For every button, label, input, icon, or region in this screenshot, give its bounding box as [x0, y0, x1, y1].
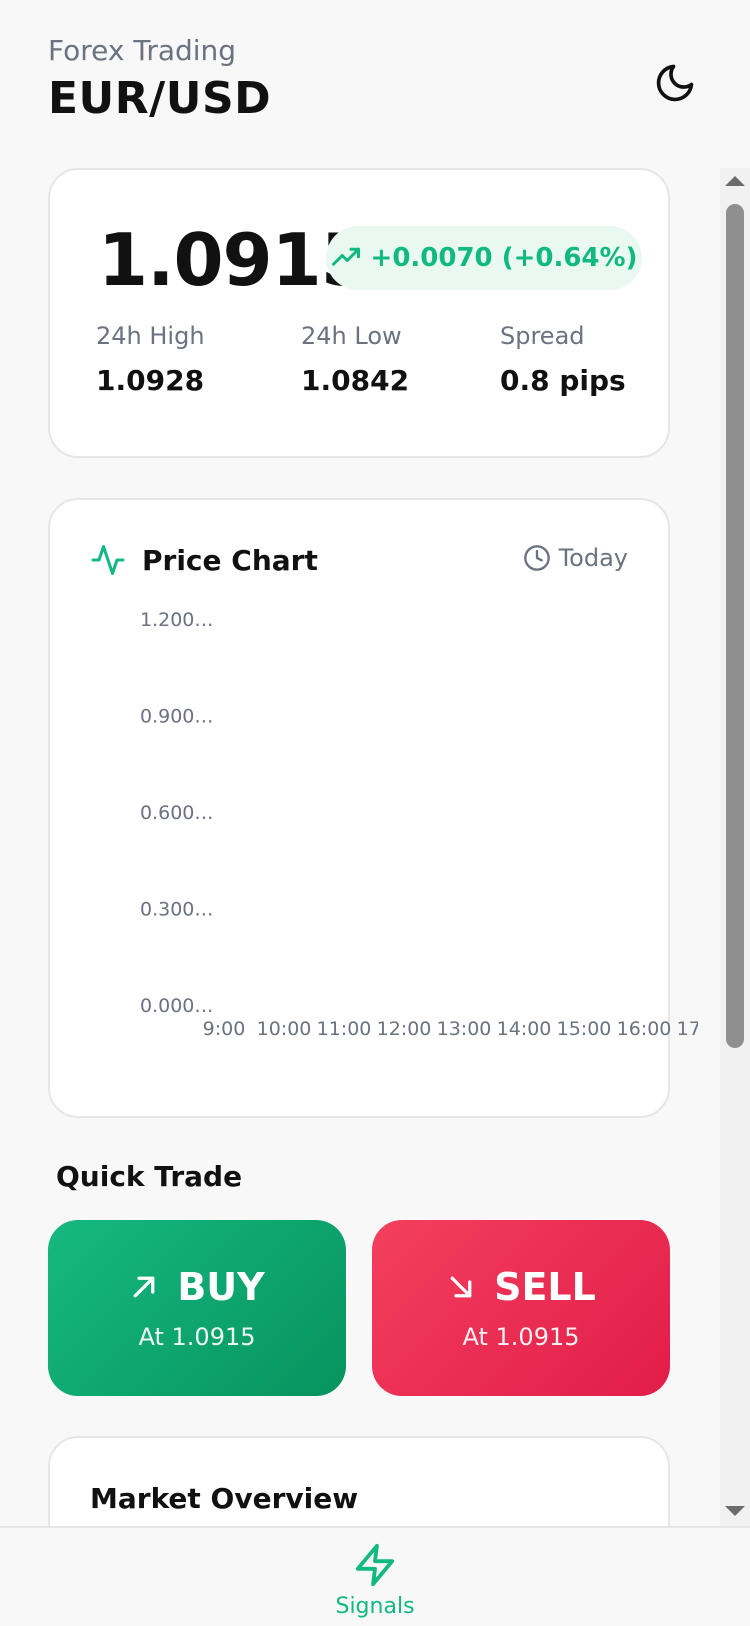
trending-up-icon [331, 247, 360, 266]
nav-label: Signals [335, 1594, 415, 1619]
x-tick-label: 12:00 [377, 1018, 432, 1040]
app-subtitle: Forex Trading [48, 34, 237, 67]
activity-icon [91, 545, 125, 575]
scroll-up-arrow[interactable] [725, 176, 745, 186]
x-tick-label: 16:00 [617, 1018, 672, 1040]
x-tick-label: 10:00 [257, 1018, 312, 1040]
x-tick-label: 13:00 [437, 1018, 492, 1040]
quick-trade-title: Quick Trade [56, 1160, 243, 1193]
theme-toggle-button[interactable] [652, 60, 698, 106]
x-tick-label: 17:00 [677, 1018, 698, 1040]
scroll-content[interactable]: 1.0915 +0.0070 (+0.64%) 24h High 1.0928 … [0, 160, 718, 1526]
price-chart-card: Price Chart Today 1.200… 0.900… 0.600… 0.30… [48, 498, 698, 1118]
stat-value: 1.0842 [301, 364, 410, 397]
scrollbar-thumb[interactable] [726, 204, 744, 1048]
bottom-nav: Signals [0, 1526, 750, 1626]
arrow-down-right-icon [450, 1276, 472, 1298]
price-change-badge: +0.0070 (+0.64%) [326, 226, 642, 290]
buy-price: At 1.0915 [138, 1323, 256, 1351]
sell-price: At 1.0915 [462, 1323, 580, 1351]
x-tick-label: 14:00 [497, 1018, 552, 1040]
stat-label: 24h Low [301, 322, 402, 350]
moon-icon [656, 64, 694, 102]
scrollbar[interactable] [720, 168, 750, 1532]
stat-label: 24h High [96, 322, 205, 350]
market-overview-card: Market Overview [48, 1436, 670, 1526]
stat-value: 1.0928 [96, 364, 205, 397]
scroll-down-arrow[interactable] [725, 1506, 745, 1516]
y-tick-label: 0.300… [140, 899, 213, 921]
buy-button[interactable]: BUY At 1.0915 [48, 1220, 346, 1396]
sell-button[interactable]: SELL At 1.0915 [372, 1220, 670, 1396]
y-tick-label: 0.600… [140, 802, 213, 824]
nav-item-signals[interactable]: Signals [335, 1542, 415, 1619]
clock-icon [523, 545, 550, 571]
stat-24h-low: 24h Low 1.0842 [301, 322, 409, 397]
stat-value: 0.8 pips [500, 364, 626, 397]
price-chart[interactable]: 1.200…0.900…0.600…0.300…0.000…9:00 10:00 1… [88, 610, 698, 1070]
sell-label: SELL [494, 1265, 596, 1309]
chart-period-label: Today [558, 544, 628, 572]
market-overview-title: Market Overview [90, 1482, 359, 1515]
stat-spread: Spread 0.8 pips [500, 322, 626, 397]
x-tick-label: 9:00 [203, 1018, 246, 1040]
stat-24h-high: 24h High 1.0928 [96, 322, 205, 397]
zap-icon [355, 1543, 395, 1587]
chart-title: Price Chart [142, 543, 318, 577]
price-change-text: +0.0070 (+0.64%) [370, 243, 638, 273]
buy-label: BUY [177, 1265, 265, 1309]
stat-label: Spread [500, 322, 585, 350]
x-tick-label: 15:00 [557, 1018, 612, 1040]
price-card: 1.0915 +0.0070 (+0.64%) 24h High 1.0928 … [48, 168, 670, 458]
arrow-up-right-icon [133, 1276, 155, 1298]
y-tick-label: 1.200… [140, 610, 213, 631]
y-tick-label: 0.000… [140, 995, 213, 1017]
page-title: EUR/USD [48, 73, 272, 124]
header: Forex Trading EUR/USD [48, 34, 271, 124]
chart-period-selector[interactable]: Today [523, 544, 628, 572]
chart-header: Price Chart Today [90, 540, 628, 580]
y-tick-label: 0.900… [140, 706, 213, 728]
x-tick-label: 11:00 [317, 1018, 372, 1040]
